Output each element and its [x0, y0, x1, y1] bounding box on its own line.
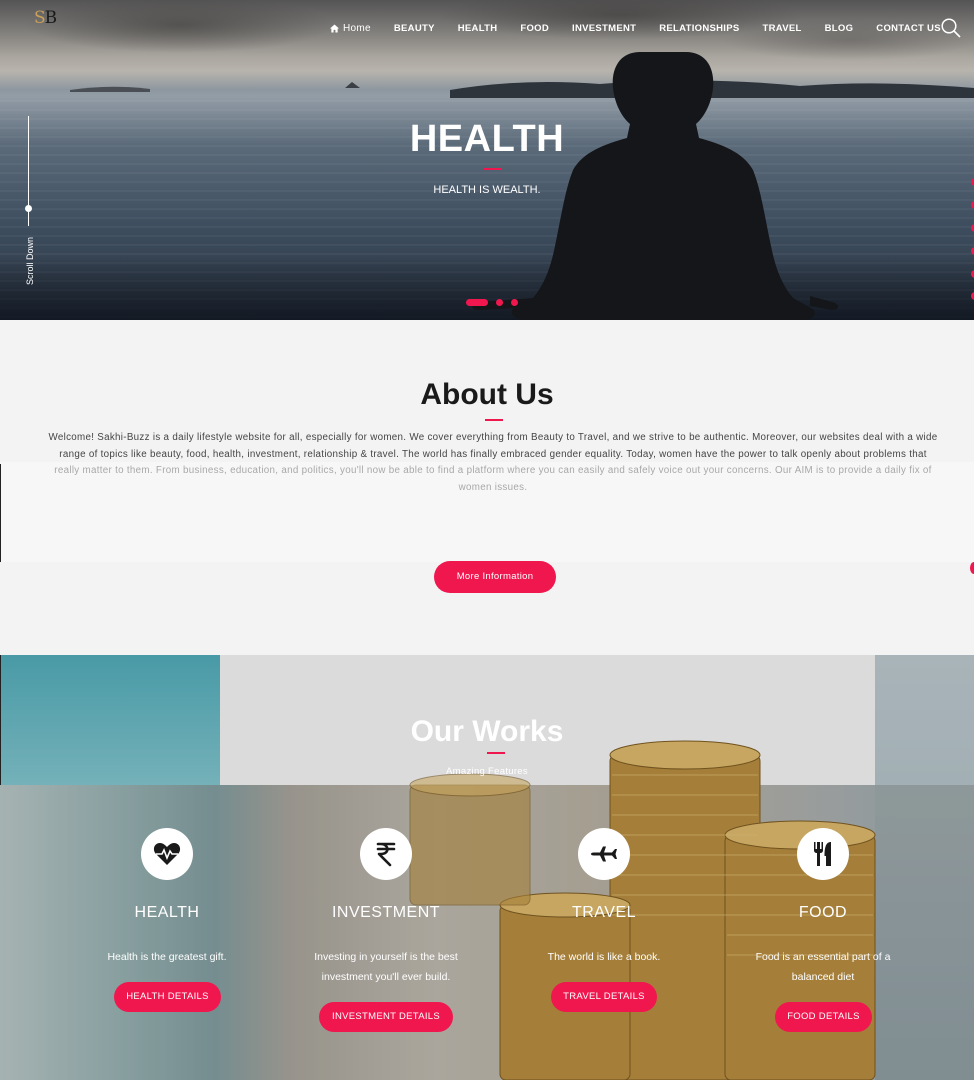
hero-meditating-person	[472, 52, 838, 320]
works-section: Our Works Amazing Features HEALTH Health…	[0, 655, 974, 1080]
logo-letter-b: B	[44, 8, 57, 28]
slider-dot-1[interactable]	[466, 299, 488, 306]
work-card-investment: INVESTMENT Investing in yourself is the …	[286, 828, 486, 987]
rupee-icon	[376, 842, 396, 867]
nav-blog[interactable]: BLOG	[825, 23, 854, 34]
slider-dot-2[interactable]	[496, 299, 503, 306]
work-travel-icon-circle	[578, 828, 630, 880]
scroll-dot	[25, 205, 32, 212]
nav-contact-us[interactable]: CONTACT US	[876, 23, 941, 34]
nav-health[interactable]: HEALTH	[458, 23, 498, 34]
scroll-down-label: Scroll Down	[25, 237, 35, 286]
heartbeat-icon	[153, 843, 181, 865]
utensils-icon	[814, 842, 831, 866]
works-title-underline	[487, 752, 505, 754]
site-logo[interactable]: SB	[34, 8, 68, 32]
work-health-text: Health is the greatest gift.	[107, 951, 227, 963]
airplane-icon	[591, 846, 617, 862]
work-health-title: HEALTH	[134, 904, 200, 921]
health-details-button[interactable]: HEALTH DETAILS	[114, 982, 221, 1012]
logo-letter-s: S	[34, 8, 46, 28]
about-section: About Us Welcome! Sakhi-Buzz is a daily …	[0, 320, 974, 655]
nav-investment[interactable]: INVESTMENT	[572, 23, 636, 34]
nav-home-label: Home	[343, 22, 371, 34]
home-icon	[330, 23, 339, 33]
work-investment-title: INVESTMENT	[331, 904, 441, 921]
hero-title: HEALTH	[409, 118, 565, 160]
work-food-text: Food is an essential part of a balanced …	[755, 951, 891, 983]
about-title: About Us	[420, 378, 554, 411]
works-title: Our Works	[410, 715, 564, 748]
work-investment-text: Investing in yourself is the best invest…	[314, 951, 458, 983]
hero-subtitle: HEALTH IS WEALTH.	[433, 184, 541, 196]
work-travel-title: TRAVEL	[571, 904, 637, 921]
nav-food[interactable]: FOOD	[520, 23, 549, 34]
works-subtitle: Amazing Features	[446, 766, 528, 777]
food-details-button[interactable]: FOOD DETAILS	[775, 1002, 872, 1032]
render-edge	[0, 464, 1, 562]
nav-travel[interactable]: TRAVEL	[763, 23, 802, 34]
work-travel-text: The world is like a book.	[547, 951, 661, 963]
work-food-icon-circle	[797, 828, 849, 880]
main-nav: Home BEAUTY HEALTH FOOD INVESTMENT RELAT…	[330, 18, 964, 38]
about-text: Welcome! Sakhi-Buzz is a daily lifestyle…	[48, 432, 938, 493]
nav-relationships[interactable]: RELATIONSHIPS	[659, 23, 739, 34]
slider-dot-3[interactable]	[511, 299, 518, 306]
search-icon[interactable]	[940, 17, 962, 39]
slider-pagination	[466, 299, 526, 306]
work-health-icon-circle	[141, 828, 193, 880]
work-investment-icon-circle	[360, 828, 412, 880]
about-title-underline	[485, 419, 503, 421]
section-nav-dots	[968, 178, 974, 308]
hero-slider: SB Home BEAUTY HEALTH FOOD INVESTMENT RE…	[0, 0, 974, 320]
nav-beauty[interactable]: BEAUTY	[394, 23, 435, 34]
work-card-travel: TRAVEL The world is like a book.	[504, 828, 704, 967]
work-food-title: FOOD	[798, 904, 848, 921]
hero-title-underline	[484, 168, 502, 170]
more-information-button[interactable]: More Information	[434, 561, 556, 593]
nav-home[interactable]: Home	[330, 23, 371, 34]
work-card-health: HEALTH Health is the greatest gift.	[67, 828, 267, 967]
section-nav-dot-7[interactable]	[970, 562, 974, 574]
work-card-food: FOOD Food is an essential part of a bala…	[723, 828, 923, 987]
travel-details-button[interactable]: TRAVEL DETAILS	[551, 982, 657, 1012]
investment-details-button[interactable]: INVESTMENT DETAILS	[319, 1002, 453, 1032]
